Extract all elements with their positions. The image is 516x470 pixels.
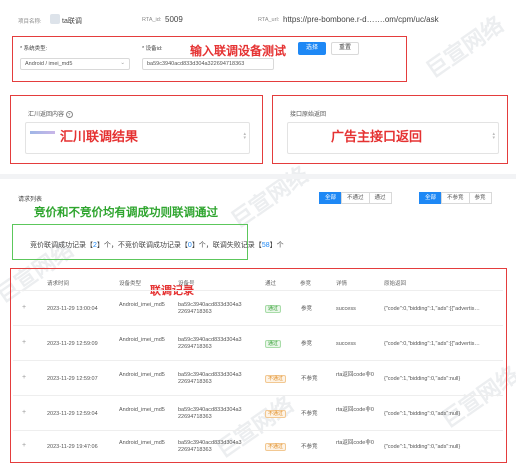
expand-row-icon[interactable]: + bbox=[22, 442, 26, 449]
row-detail: rta返回code非0 bbox=[336, 372, 374, 378]
redacted-content bbox=[30, 131, 55, 134]
row-device-type: Android_imei_md5 bbox=[119, 440, 165, 446]
row-raw: {"code":0,"bidding":1,"ads":[{"advertis… bbox=[384, 341, 480, 347]
column-header-pass: 通过 bbox=[265, 281, 277, 287]
rta-url-label: RTA_url: bbox=[258, 17, 280, 23]
system-type-value: Android / imei_md5 bbox=[25, 61, 73, 67]
project-label: 项目名称: bbox=[18, 19, 42, 25]
row-detail: rta返回code非0 bbox=[336, 407, 374, 413]
system-type-select[interactable]: Android / imei_md5 ⌄ bbox=[20, 58, 130, 70]
expand-row-icon[interactable]: + bbox=[22, 339, 26, 346]
column-header-raw: 原始返回 bbox=[384, 281, 407, 287]
watermark-text: 巨宣网络 bbox=[227, 162, 314, 234]
row-divider bbox=[13, 360, 503, 361]
device-id-label: * 设备id: bbox=[142, 46, 163, 52]
row-bid: 参竞 bbox=[301, 306, 313, 312]
expand-row-icon[interactable]: + bbox=[22, 374, 26, 381]
bid-no-tab[interactable]: 不参竞 bbox=[441, 192, 470, 204]
select-button[interactable]: 选择 bbox=[298, 42, 326, 55]
huichuan-result-title: 汇川返回内容 ? bbox=[28, 109, 73, 118]
device-id-input[interactable]: ba59c3940acd833d304a322694718363 bbox=[142, 58, 274, 70]
row-bid: 不参竞 bbox=[301, 411, 318, 417]
row-device-type: Android_imei_md5 bbox=[119, 407, 165, 413]
expand-row-icon[interactable]: + bbox=[22, 304, 26, 311]
row-device-id: ba59c3940acd833d304a322694718363 bbox=[178, 337, 242, 350]
scroll-resize-icon: ▴ ▾ bbox=[243, 131, 246, 141]
row-time: 2023-11-29 19:47:06 bbox=[47, 444, 98, 450]
row-raw: {"code":1,"bidding":0,"ads":null} bbox=[384, 376, 461, 382]
api-return-title: 接口原始返回 bbox=[290, 112, 327, 118]
row-device-id: ba59c3940acd833d304a322694718363 bbox=[178, 302, 242, 315]
column-header-detail: 详情 bbox=[336, 281, 348, 287]
summary-text: 】个 bbox=[269, 242, 284, 249]
row-divider bbox=[13, 430, 503, 431]
project-logo-icon bbox=[50, 14, 60, 24]
project-name: ta联调 bbox=[62, 18, 82, 25]
huichuan-result-title-text: 汇川返回内容 bbox=[28, 112, 65, 118]
filter-all-tab[interactable]: 全部 bbox=[319, 192, 343, 204]
row-time: 2023-11-29 12:59:07 bbox=[47, 376, 98, 382]
column-header-device-type: 设备类型 bbox=[119, 281, 142, 287]
row-time: 2023-11-29 13:00:04 bbox=[47, 306, 98, 312]
row-pass-tag: 不通过 bbox=[265, 375, 287, 383]
rta-id-label: RTA_id: bbox=[142, 17, 162, 23]
row-device-type: Android_imei_md5 bbox=[119, 302, 165, 308]
row-divider bbox=[13, 395, 503, 396]
row-device-id: ba59c3940acd833d304a322694718363 bbox=[178, 440, 242, 453]
row-device-id: ba59c3940acd833d304a322694718363 bbox=[178, 372, 242, 385]
row-time: 2023-11-29 12:59:04 bbox=[47, 411, 98, 417]
row-pass-tag: 不通过 bbox=[265, 443, 287, 451]
annotation-input-device: 输入联调设备测试 bbox=[190, 44, 287, 58]
expand-row-icon[interactable]: + bbox=[22, 409, 26, 416]
row-pass-tag: 不通过 bbox=[265, 410, 287, 418]
row-detail: success bbox=[336, 306, 356, 312]
row-time: 2023-11-29 12:59:09 bbox=[47, 341, 98, 347]
row-device-type: Android_imei_md5 bbox=[119, 337, 165, 343]
chevron-down-icon: ⌄ bbox=[120, 60, 125, 66]
row-device-type: Android_imei_md5 bbox=[119, 372, 165, 378]
reset-button[interactable]: 重置 bbox=[331, 42, 359, 55]
row-pass-tag: 通过 bbox=[265, 305, 282, 313]
bid-all-tab[interactable]: 全部 bbox=[419, 192, 443, 204]
system-type-label: * 系统类型: bbox=[20, 46, 48, 52]
annotation-api-return: 广告主接口返回 bbox=[331, 130, 423, 145]
filter-fail-tab[interactable]: 不通过 bbox=[341, 192, 370, 204]
annotation-bid-success-rule: 竞价和不竞价均有调成功则联调通过 bbox=[34, 205, 218, 219]
column-header-bid: 参竞 bbox=[300, 281, 312, 287]
rta-url-value: https://pre-bombone.r-d…….om/cpm/uc/ask bbox=[283, 15, 439, 24]
row-detail: rta返回code非0 bbox=[336, 440, 374, 446]
rta-id-value: 5009 bbox=[165, 15, 183, 24]
row-raw: {"code":1,"bidding":0,"ads":null} bbox=[384, 411, 461, 417]
summary-text: 】个，联调失败记录【 bbox=[191, 242, 262, 249]
scroll-resize-icon: ▴ ▾ bbox=[492, 131, 495, 141]
summary-line: 竞价联调成功记录【2】个，不竞价联调成功记录【0】个，联调失败记录【58】个 bbox=[30, 240, 284, 250]
row-device-id: ba59c3940acd833d304a322694718363 bbox=[178, 407, 242, 420]
row-pass-tag: 通过 bbox=[265, 340, 282, 348]
row-bid: 参竞 bbox=[301, 341, 313, 347]
summary-text: 竞价联调成功记录【 bbox=[30, 242, 93, 249]
section-divider bbox=[0, 174, 516, 179]
pass-filter-tabs: 全部 不通过 通过 bbox=[319, 192, 392, 204]
records-annotation-box bbox=[10, 268, 507, 463]
column-header-time: 请求时间 bbox=[47, 281, 70, 287]
device-id-value: ba59c3940acd833d304a322694718363 bbox=[147, 61, 245, 67]
help-circle-icon: ? bbox=[65, 110, 73, 118]
summary-text: 】个，不竞价联调成功记录【 bbox=[96, 242, 188, 249]
row-detail: success bbox=[336, 341, 356, 347]
row-divider bbox=[13, 325, 503, 326]
fail-count: 58 bbox=[261, 242, 270, 249]
bid-yes-tab[interactable]: 参竞 bbox=[468, 192, 492, 204]
filter-pass-tab[interactable]: 通过 bbox=[368, 192, 392, 204]
bid-filter-tabs: 全部 不参竞 参竞 bbox=[419, 192, 492, 204]
table-header-divider bbox=[13, 290, 503, 291]
row-raw: {"code":0,"bidding":1,"ads":[{"advertis… bbox=[384, 306, 480, 312]
annotation-huichuan-result: 汇川联调结果 bbox=[60, 130, 139, 145]
request-list-title: 请求列表 bbox=[18, 197, 43, 203]
row-bid: 不参竞 bbox=[301, 444, 318, 450]
row-raw: {"code":1,"bidding":0,"ads":null} bbox=[384, 444, 461, 450]
row-bid: 不参竞 bbox=[301, 376, 318, 382]
